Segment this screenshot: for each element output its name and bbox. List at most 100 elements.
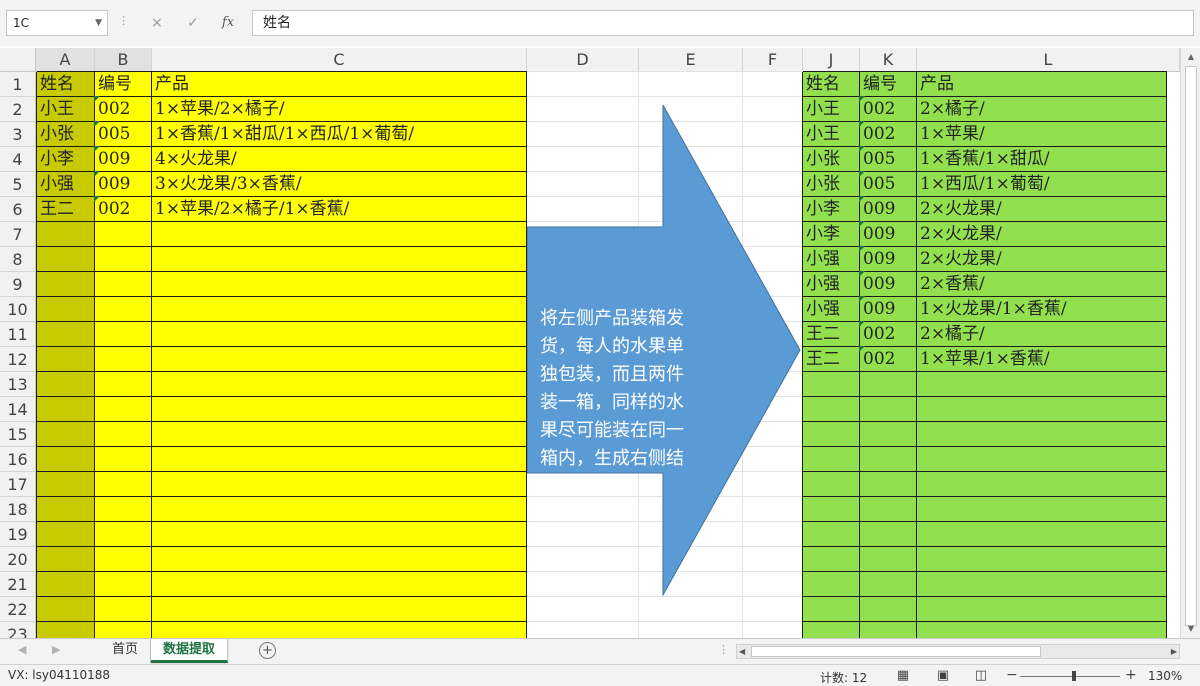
scroll-down-icon[interactable]: ▼ [1185, 622, 1197, 636]
table-cell[interactable]: 009 [860, 197, 917, 222]
table-cell[interactable]: 009 [860, 247, 917, 272]
table-cell[interactable]: 005 [860, 147, 917, 172]
header-cell[interactable]: 编号 [860, 72, 917, 97]
row-header[interactable]: 17 [0, 472, 36, 497]
normal-view-icon[interactable]: ▦ [894, 668, 912, 683]
row-header[interactable]: 1 [0, 72, 36, 97]
row-header[interactable]: 21 [0, 572, 36, 597]
table-cell[interactable]: 小王 [37, 97, 95, 122]
table-cell[interactable]: 小王 [803, 97, 860, 122]
select-all-corner[interactable] [0, 48, 36, 72]
table-cell[interactable]: 3×火龙果/3×香蕉/ [152, 172, 527, 197]
zoom-in-button[interactable]: + [1125, 667, 1137, 683]
tab-next-icon[interactable]: ▶ [52, 643, 60, 656]
header-cell[interactable]: 姓名 [37, 72, 95, 97]
table-cell[interactable]: 小李 [37, 147, 95, 172]
table-cell[interactable]: 1×火龙果/1×香蕉/ [917, 297, 1167, 322]
sheet-tab-home[interactable]: 首页 [100, 639, 152, 663]
table-cell[interactable]: 2×香蕉/ [917, 272, 1167, 297]
table-cell[interactable]: 005 [95, 122, 152, 147]
row-header[interactable]: 10 [0, 297, 36, 322]
table-cell[interactable]: 小张 [803, 172, 860, 197]
row-header[interactable]: 18 [0, 497, 36, 522]
table-cell[interactable]: 小王 [803, 122, 860, 147]
zoom-out-button[interactable]: − [1006, 667, 1018, 683]
table-cell[interactable]: 1×香蕉/1×甜瓜/1×西瓜/1×葡萄/ [152, 122, 527, 147]
row-header[interactable]: 22 [0, 597, 36, 622]
column-header-k[interactable]: K [860, 48, 917, 72]
row-header[interactable]: 23 [0, 622, 36, 638]
table-cell[interactable]: 2×火龙果/ [917, 197, 1167, 222]
column-header-d[interactable]: D [527, 48, 639, 72]
table-cell[interactable]: 2×火龙果/ [917, 247, 1167, 272]
table-cell[interactable]: 2×橘子/ [917, 97, 1167, 122]
table-cell[interactable]: 009 [95, 147, 152, 172]
row-header[interactable]: 14 [0, 397, 36, 422]
scroll-up-icon[interactable]: ▲ [1185, 50, 1197, 64]
header-cell[interactable]: 产品 [917, 72, 1167, 97]
table-cell[interactable]: 002 [95, 197, 152, 222]
row-header[interactable]: 2 [0, 97, 36, 122]
table-cell[interactable]: 1×苹果/2×橘子/1×香蕉/ [152, 197, 527, 222]
row-header[interactable]: 19 [0, 522, 36, 547]
row-header[interactable]: 5 [0, 172, 36, 197]
header-cell[interactable]: 姓名 [803, 72, 860, 97]
column-header-f[interactable]: F [743, 48, 803, 72]
column-header-l[interactable]: L [917, 48, 1180, 72]
scroll-right-icon[interactable]: ▶ [1171, 645, 1177, 658]
add-sheet-icon[interactable]: + [259, 642, 276, 659]
cancel-icon[interactable]: × [146, 12, 168, 34]
scroll-left-icon[interactable]: ◀ [739, 645, 745, 658]
horizontal-scrollbar[interactable]: ◀ ▶ [736, 644, 1180, 659]
header-cell[interactable]: 产品 [152, 72, 527, 97]
sheet-tab-data-extract[interactable]: 数据提取 [151, 639, 229, 663]
table-cell[interactable]: 009 [860, 272, 917, 297]
name-box[interactable]: 1C ▼ [6, 10, 108, 36]
header-cell[interactable]: 编号 [95, 72, 152, 97]
column-header-a[interactable]: A [36, 48, 95, 72]
table-cell[interactable]: 002 [860, 122, 917, 147]
table-cell[interactable]: 002 [860, 347, 917, 372]
page-break-icon[interactable]: ◫ [972, 668, 990, 683]
table-cell[interactable]: 002 [860, 97, 917, 122]
row-header[interactable]: 3 [0, 122, 36, 147]
table-cell[interactable]: 1×苹果/2×橘子/ [152, 97, 527, 122]
splitter-dots-icon[interactable]: ⋮ [718, 643, 729, 656]
table-cell[interactable]: 005 [860, 172, 917, 197]
zoom-slider[interactable] [1020, 671, 1120, 681]
column-header-b[interactable]: B [95, 48, 152, 72]
spreadsheet-grid[interactable]: A B C D E F J K L 1 2 3 4 5 6 7 8 9 10 11 12 13 14 15 1… [0, 48, 1180, 638]
tab-prev-icon[interactable]: ◀ [18, 643, 26, 656]
row-header[interactable]: 11 [0, 322, 36, 347]
hscroll-thumb[interactable] [751, 646, 1041, 657]
table-cell[interactable]: 小强 [803, 297, 860, 322]
table-cell[interactable]: 1×香蕉/1×甜瓜/ [917, 147, 1167, 172]
function-icon[interactable]: fx [217, 12, 239, 34]
column-header-j[interactable]: J [803, 48, 860, 72]
chevron-down-icon[interactable]: ▼ [95, 11, 102, 35]
table-cell[interactable]: 002 [860, 322, 917, 347]
row-header[interactable]: 12 [0, 347, 36, 372]
table-cell[interactable]: 小李 [803, 197, 860, 222]
vertical-scrollbar[interactable]: ▲ ▼ [1180, 48, 1200, 638]
table-cell[interactable]: 王二 [803, 347, 860, 372]
table-cell[interactable]: 王二 [803, 322, 860, 347]
zoom-slider-knob[interactable] [1072, 671, 1076, 681]
table-cell[interactable]: 小张 [803, 147, 860, 172]
table-cell[interactable]: 1×西瓜/1×葡萄/ [917, 172, 1167, 197]
table-cell[interactable]: 小强 [37, 172, 95, 197]
row-header[interactable]: 8 [0, 247, 36, 272]
row-header[interactable]: 16 [0, 447, 36, 472]
column-header-c[interactable]: C [152, 48, 527, 72]
table-cell[interactable]: 002 [95, 97, 152, 122]
table-cell[interactable]: 009 [95, 172, 152, 197]
zoom-level[interactable]: 130% [1148, 669, 1182, 683]
formula-input[interactable]: 姓名 [252, 10, 1194, 36]
row-header[interactable]: 20 [0, 547, 36, 572]
table-cell[interactable]: 4×火龙果/ [152, 147, 527, 172]
table-cell[interactable]: 1×苹果/ [917, 122, 1167, 147]
page-layout-icon[interactable]: ▣ [934, 668, 952, 683]
row-header[interactable]: 15 [0, 422, 36, 447]
table-cell[interactable]: 2×橘子/ [917, 322, 1167, 347]
table-cell[interactable]: 小李 [803, 222, 860, 247]
